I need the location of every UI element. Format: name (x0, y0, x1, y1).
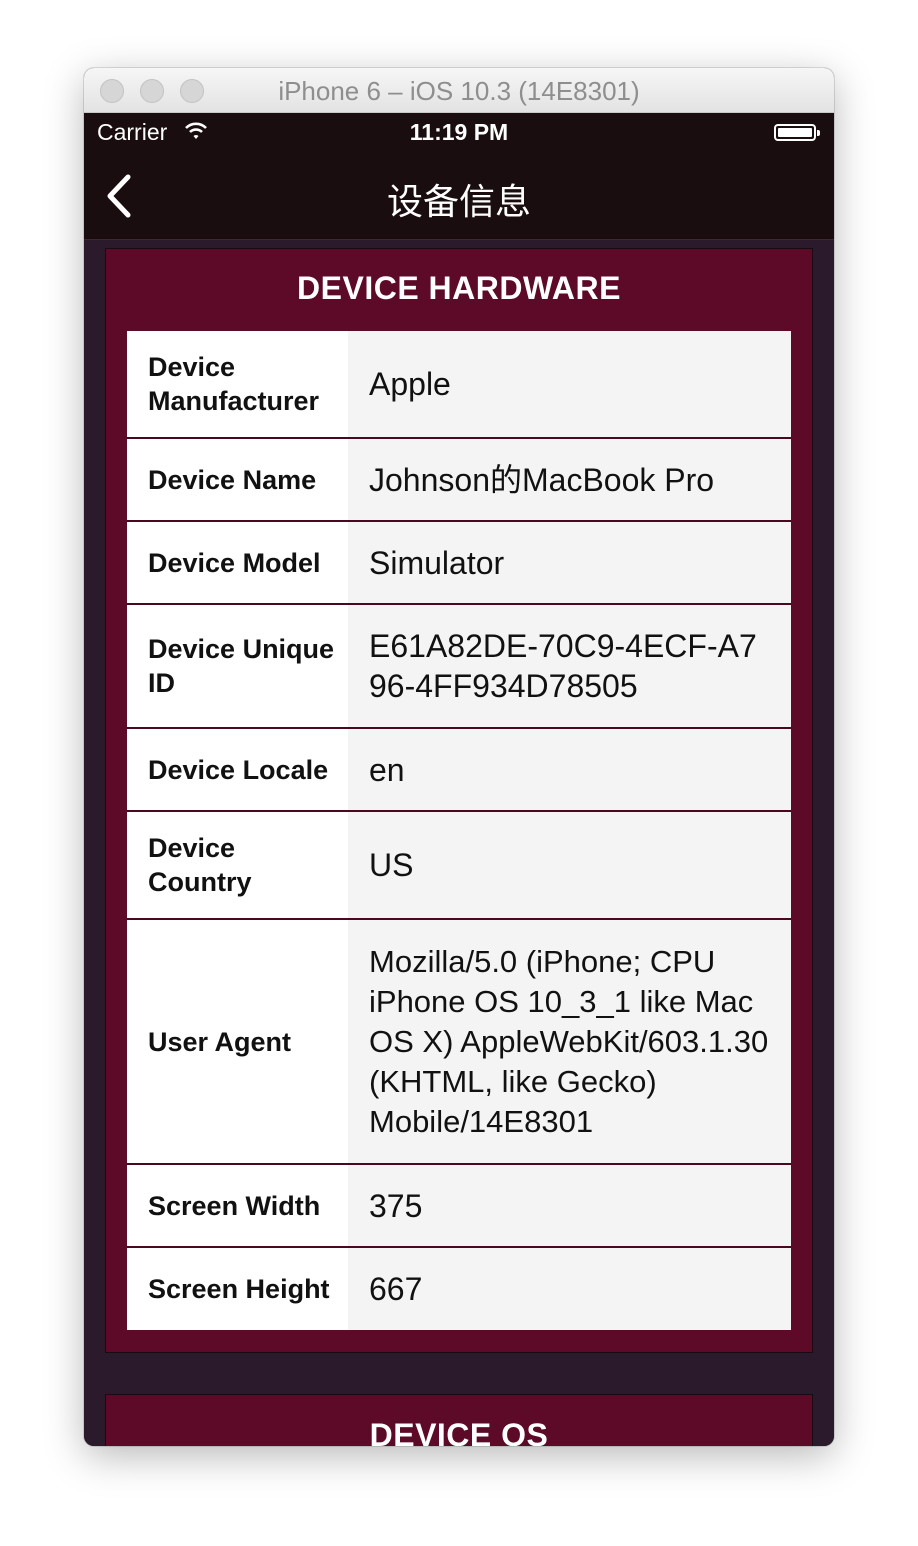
scroll-content[interactable]: DEVICE HARDWARE Device Manufacturer Appl… (84, 240, 834, 1446)
device-hardware-card: DEVICE HARDWARE Device Manufacturer Appl… (105, 248, 813, 1353)
row-label: Screen Width (127, 1165, 348, 1246)
row-label: Device Locale (127, 729, 348, 810)
window-titlebar: iPhone 6 – iOS 10.3 (14E8301) (84, 68, 834, 113)
row-value: Simulator (348, 522, 791, 603)
navigation-bar: 设备信息 (84, 153, 834, 240)
table-row: Screen Height 667 (127, 1248, 791, 1330)
simulator-window: iPhone 6 – iOS 10.3 (14E8301) Carrier 11… (84, 68, 834, 1446)
row-label: Device Model (127, 522, 348, 603)
table-row: User Agent Mozilla/5.0 (iPhone; CPU iPho… (127, 920, 791, 1165)
row-label: User Agent (127, 920, 348, 1163)
row-value: 667 (348, 1248, 791, 1330)
status-bar: Carrier 11:19 PM (84, 113, 834, 153)
row-value: E61A82DE-70C9-4ECF-A796-4FF934D78505 (348, 605, 791, 727)
row-value: Apple (348, 331, 791, 437)
status-time: 11:19 PM (409, 119, 509, 145)
row-label: Device Manufacturer (127, 331, 348, 437)
battery-icon (774, 124, 820, 141)
row-value: en (348, 729, 791, 810)
row-value: 375 (348, 1165, 791, 1246)
row-label: Device Country (127, 812, 348, 918)
table-row: Screen Width 375 (127, 1165, 791, 1248)
row-value: US (348, 812, 791, 918)
device-os-card: DEVICE OS (105, 1394, 813, 1446)
row-label: Device Name (127, 439, 348, 520)
hardware-table: Device Manufacturer Apple Device Name Jo… (127, 331, 791, 1330)
section-title: DEVICE HARDWARE (297, 270, 621, 306)
table-row: Device Manufacturer Apple (127, 331, 791, 439)
table-row: Device Unique ID E61A82DE-70C9-4ECF-A796… (127, 605, 791, 729)
row-value: Johnson的MacBook Pro (348, 439, 791, 520)
row-label: Device Unique ID (127, 605, 348, 727)
window-title: iPhone 6 – iOS 10.3 (14E8301) (278, 76, 640, 106)
table-row: Device Locale en (127, 729, 791, 812)
table-row: Device Name Johnson的MacBook Pro (127, 439, 791, 522)
table-row: Device Model Simulator (127, 522, 791, 605)
row-label: Screen Height (127, 1248, 348, 1330)
section-title: DEVICE OS (369, 1417, 549, 1446)
table-row: Device Country US (127, 812, 791, 920)
page-title: 设备信息 (386, 181, 531, 222)
row-value: Mozilla/5.0 (iPhone; CPU iPhone OS 10_3_… (348, 920, 791, 1163)
